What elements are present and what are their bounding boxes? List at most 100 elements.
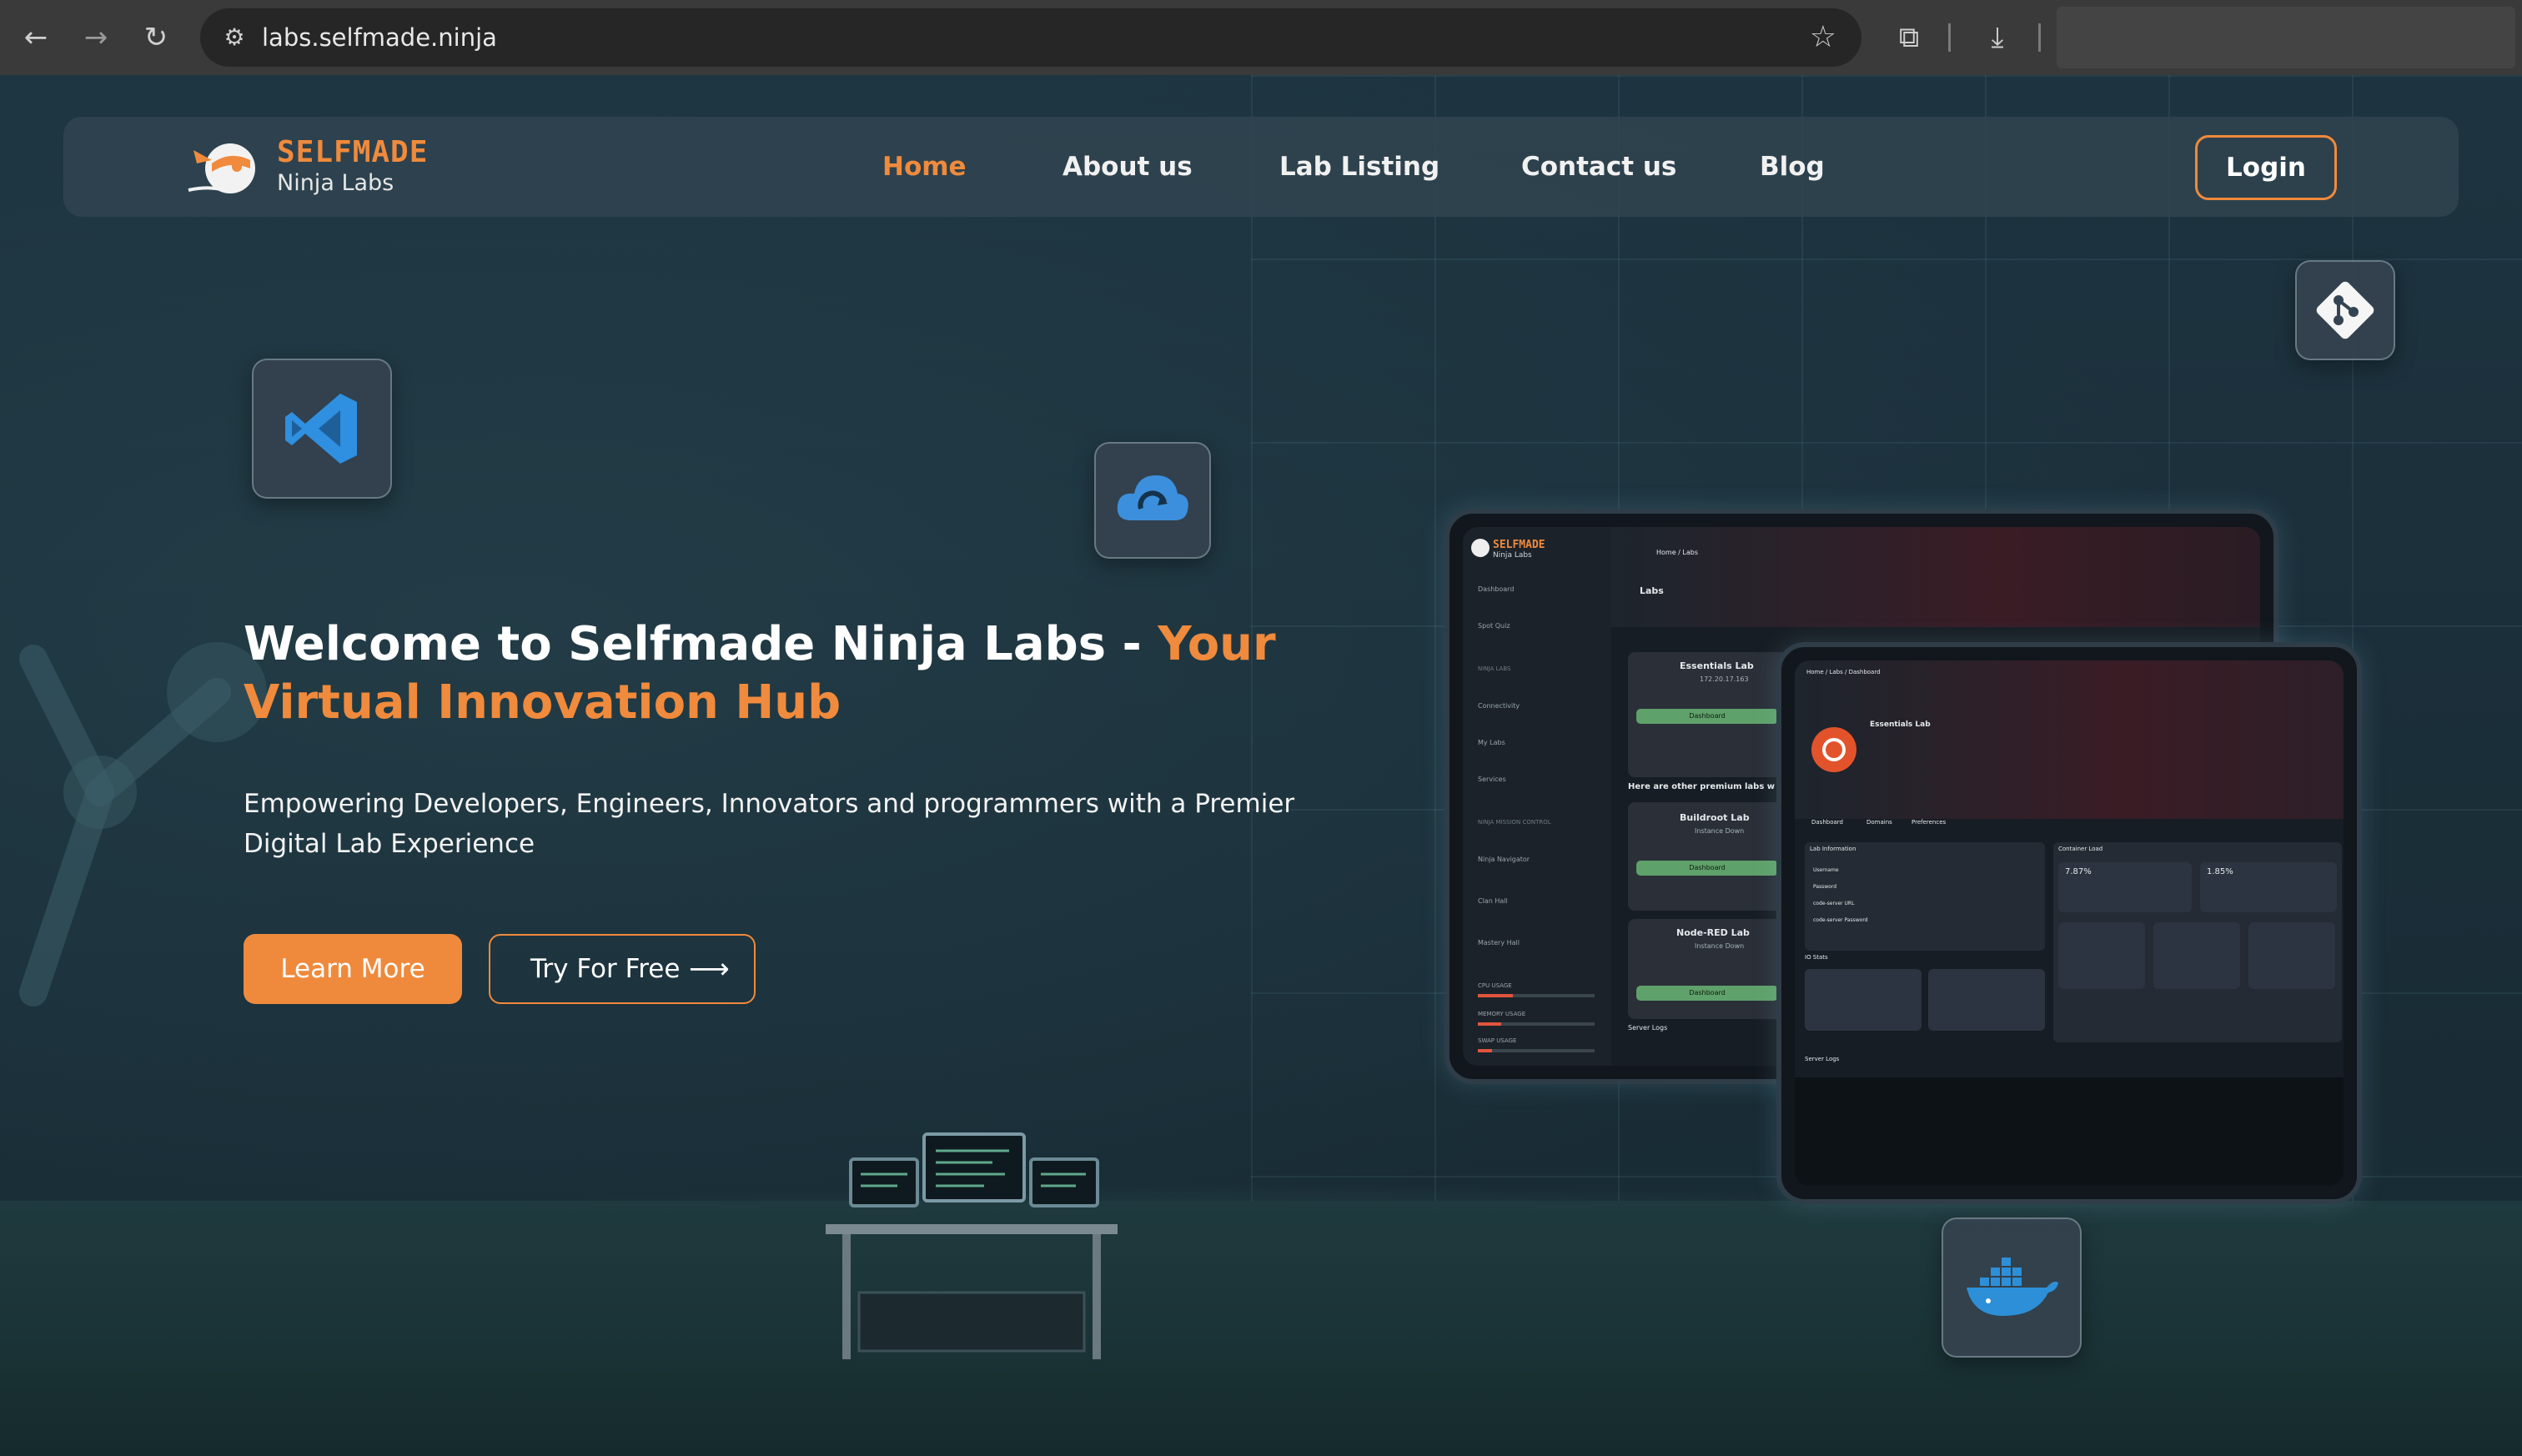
site-navbar: SELFMADE Ninja Labs Home About us Lab Li… [63, 117, 2459, 217]
mockup-side-item: Dashboard [1478, 585, 1515, 593]
vscode-icon [252, 359, 392, 499]
mockup-header-banner [1611, 527, 2260, 627]
floor [0, 1201, 2522, 1456]
mockup-card-button: Dashboard [1636, 861, 1778, 876]
git-icon [2295, 260, 2395, 360]
docker-icon [1942, 1218, 2082, 1358]
mockup-side-item: My Labs [1478, 739, 1505, 746]
mockup-front-server-logs: Server Logs [1805, 1056, 1840, 1062]
mockup-card-title: Node-RED Lab [1676, 927, 1750, 938]
mockup-card-sub: Instance Down [1695, 942, 1745, 950]
mockup-load-title: Container Load [2058, 846, 2103, 852]
workstation-illustration [826, 1132, 1118, 1359]
nav-link-home[interactable]: Home [882, 148, 967, 185]
mockup-front-tab: Dashboard [1811, 819, 1843, 826]
back-arrow-icon[interactable]: ← [13, 15, 58, 60]
landing-page: SELFMADE Ninja Labs Home About us Lab Li… [0, 75, 2522, 1456]
mockup-sidebar: SELFMADE Ninja Labs Dashboard Spot Quiz … [1463, 527, 1611, 1066]
nav-link-blog[interactable]: Blog [1760, 148, 1825, 185]
mockup-log-area [1795, 1077, 2344, 1186]
mockup-breadcrumb: Home / Labs [1656, 549, 1699, 556]
mockup-card-title: Essentials Lab [1680, 660, 1754, 671]
mockup-memory-bar [1478, 1022, 1595, 1026]
extensions-icon[interactable]: ⧉ [1886, 15, 1932, 60]
mockup-io-box [1928, 969, 2045, 1031]
mockup-brand: SELFMADE [1493, 539, 1545, 551]
mockup-front-breadcrumb: Home / Labs / Dashboard [1806, 669, 1881, 675]
ninja-logo-icon [188, 143, 255, 193]
mockup-side-item: Spot Quiz [1478, 622, 1510, 630]
mockup-io-box [1805, 969, 1922, 1031]
reload-icon[interactable]: ↻ [133, 15, 178, 60]
learn-more-button[interactable]: Learn More [244, 934, 462, 1004]
mockup-side-item: Services [1478, 776, 1506, 783]
toolbar-divider [1948, 23, 1951, 52]
mockup-front-screen: Home / Labs / Dashboard Essentials Lab D… [1795, 660, 2344, 1186]
nav-link-lab-listing[interactable]: Lab Listing [1279, 148, 1439, 185]
mockup-front-tab: Preferences [1912, 819, 1947, 826]
address-bar[interactable]: ⚙ labs.selfmade.ninja ☆ [200, 8, 1861, 67]
mockup-premium-text: Here are other premium labs w [1628, 782, 1776, 791]
mockup-front-tab: Domains [1866, 819, 1892, 826]
mockup-card-sub: 172.20.17.163 [1700, 675, 1749, 683]
mockup-memory-label: MEMORY USAGE [1478, 1011, 1526, 1017]
mockup-front-title: Essentials Lab [1870, 720, 1931, 729]
dashboard-mockup-front: Home / Labs / Dashboard Essentials Lab D… [1776, 642, 2362, 1204]
mockup-card-sub: Instance Down [1695, 827, 1745, 835]
mockup-side-item: Clan Hall [1478, 897, 1508, 905]
profile-area[interactable] [2057, 7, 2515, 68]
bookmark-star-icon[interactable]: ☆ [1810, 17, 1836, 58]
url-text[interactable]: labs.selfmade.ninja [262, 8, 497, 67]
hero-title-main: Welcome to Selfmade Ninja Labs - [244, 617, 1158, 671]
mockup-lab-card: Node-RED Lab Instance Down Dashboard [1628, 919, 1786, 1019]
mockup-field-label: code-server Password [1813, 917, 1868, 923]
mockup-logo-icon [1471, 539, 1490, 557]
mockup-field-label: code-server URL [1813, 901, 1855, 906]
mockup-chart-box [2153, 922, 2240, 989]
toolbar-divider [2038, 23, 2041, 52]
ubuntu-icon [1811, 727, 1856, 772]
mockup-side-item: Ninja Navigator [1478, 856, 1530, 863]
mockup-lab-info: Lab Information Username Password code-s… [1805, 842, 2045, 951]
mockup-lab-info-title: Lab Information [1810, 846, 1856, 852]
mockup-mem-box: 1.85% [2200, 862, 2337, 912]
try-for-free-label: Try For Free [530, 954, 681, 984]
try-for-free-button[interactable]: Try For Free ⟶ [489, 934, 756, 1004]
mockup-lab-card: Essentials Lab 172.20.17.163 Dashboard [1628, 652, 1786, 777]
mockup-side-heading: NINJA LABS [1478, 665, 1511, 672]
logo-subtitle: Ninja Labs [277, 170, 394, 196]
hero-title: Welcome to Selfmade Ninja Labs - Your Vi… [244, 615, 1344, 732]
cloud-sync-icon [1094, 442, 1211, 559]
mockup-brand-sub: Ninja Labs [1493, 551, 1532, 560]
mockup-front-banner [1795, 660, 2344, 819]
mockup-cpu-value: 7.87% [2065, 867, 2092, 876]
mockup-card-button: Dashboard [1636, 709, 1778, 724]
nav-link-contact[interactable]: Contact us [1521, 148, 1676, 185]
mockup-container-load: Container Load 7.87% 1.85% [2053, 842, 2342, 1042]
browser-toolbar: ← → ↻ ⚙ labs.selfmade.ninja ☆ ⧉ ⤓ [0, 0, 2522, 75]
hero-subtitle: Empowering Developers, Engineers, Innova… [244, 789, 1295, 859]
forward-arrow-icon[interactable]: → [73, 15, 118, 60]
mockup-chart-box [2248, 922, 2335, 989]
mockup-field-label: Password [1813, 884, 1837, 890]
mockup-io-label: IO Stats [1805, 954, 1828, 961]
mockup-cpu-label: CPU USAGE [1478, 982, 1512, 989]
mockup-side-item: Mastery Hall [1478, 939, 1520, 946]
logo-brand-text: SELFMADE [277, 135, 429, 169]
login-button[interactable]: Login [2195, 135, 2337, 200]
download-icon[interactable]: ⤓ [1975, 15, 2020, 60]
mockup-lab-card: Buildroot Lab Instance Down Dashboard [1628, 802, 1786, 911]
mockup-side-heading: NINJA MISSION CONTROL [1478, 819, 1551, 826]
arrow-right-icon: ⟶ [689, 952, 730, 986]
site-logo[interactable]: SELFMADE Ninja Labs [187, 132, 462, 202]
mockup-mem-value: 1.85% [2207, 867, 2233, 876]
mockup-card-title: Buildroot Lab [1680, 812, 1750, 823]
mockup-cpu-bar [1478, 994, 1595, 997]
mockup-swap-label: SWAP USAGE [1478, 1037, 1517, 1044]
mockup-server-logs: Server Logs [1628, 1024, 1668, 1032]
mockup-card-button: Dashboard [1636, 986, 1778, 1001]
nav-link-about[interactable]: About us [1063, 148, 1193, 185]
site-settings-icon[interactable]: ⚙ [217, 20, 252, 55]
mockup-field-label: Username [1813, 867, 1839, 873]
mockup-side-item: Connectivity [1478, 702, 1520, 710]
